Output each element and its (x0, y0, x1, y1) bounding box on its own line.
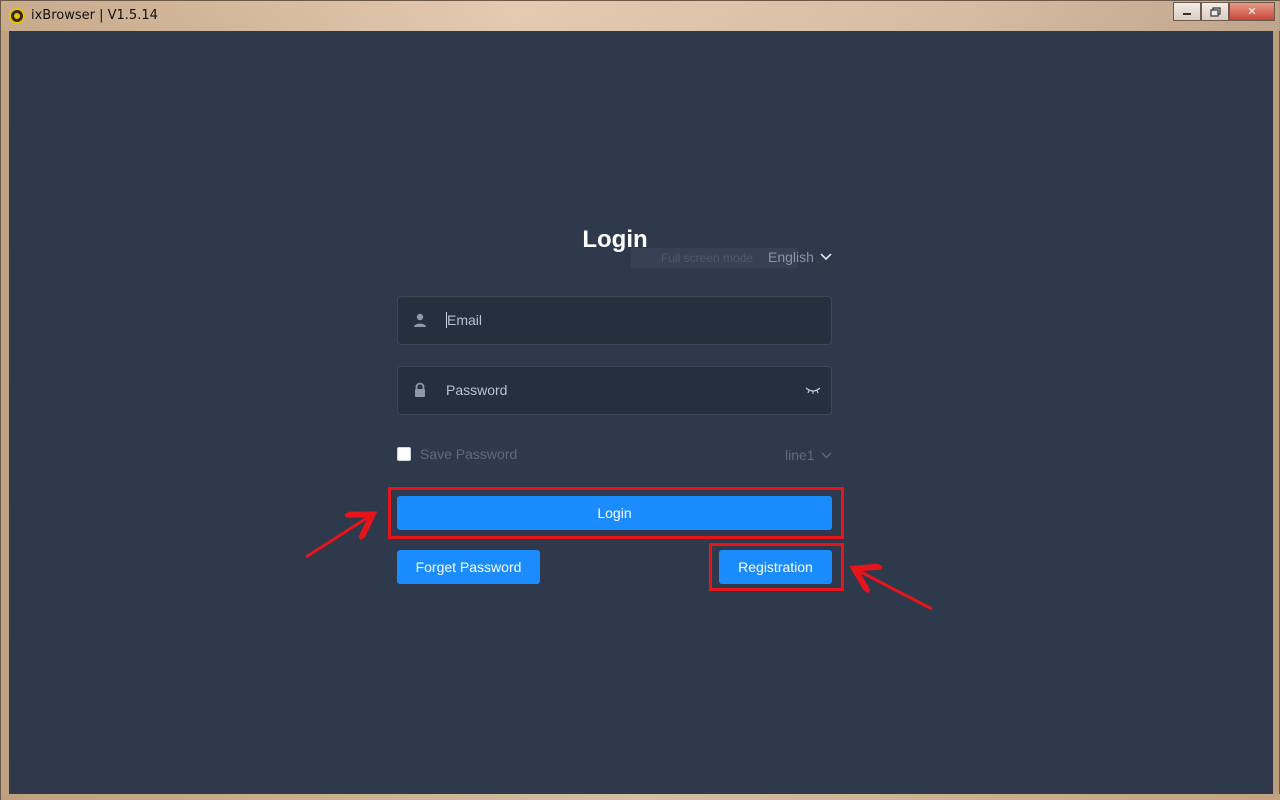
save-password-checkbox[interactable] (397, 447, 411, 461)
minimize-button[interactable] (1173, 2, 1201, 21)
lock-icon (415, 382, 425, 397)
user-icon (414, 313, 426, 327)
password-field[interactable]: Password (397, 366, 832, 415)
login-highlight-box (388, 487, 844, 539)
eye-closed-icon[interactable] (805, 384, 821, 396)
email-input[interactable]: Email (446, 312, 482, 328)
password-input[interactable]: Password (446, 382, 507, 398)
window-title: ixBrowser | V1.5.14 (31, 8, 158, 23)
save-password-label: Save Password (420, 446, 518, 462)
chevron-down-icon (820, 253, 832, 261)
save-password-row: Save Password (397, 446, 517, 462)
restore-icon (1209, 6, 1221, 17)
chevron-down-icon (821, 452, 832, 458)
line-label: line1 (785, 447, 815, 463)
forget-password-button[interactable]: Forget Password (397, 550, 540, 584)
email-placeholder: Email (447, 312, 483, 328)
email-field[interactable]: Email (397, 296, 832, 345)
language-selector[interactable]: English (768, 249, 832, 265)
language-label: English (768, 249, 814, 265)
registration-highlight-box (709, 543, 844, 591)
close-button[interactable]: ✕ (1229, 2, 1275, 21)
app-logo-icon (9, 8, 25, 24)
title-bar: ixBrowser | V1.5.14 ✕ (1, 1, 1280, 31)
taskbar-strip (1, 794, 1280, 800)
maximize-button[interactable] (1201, 2, 1229, 21)
close-icon: ✕ (1247, 5, 1257, 18)
minimize-icon (1183, 12, 1191, 15)
window-controls: ✕ (1173, 2, 1275, 21)
line-selector[interactable]: line1 (785, 447, 832, 463)
